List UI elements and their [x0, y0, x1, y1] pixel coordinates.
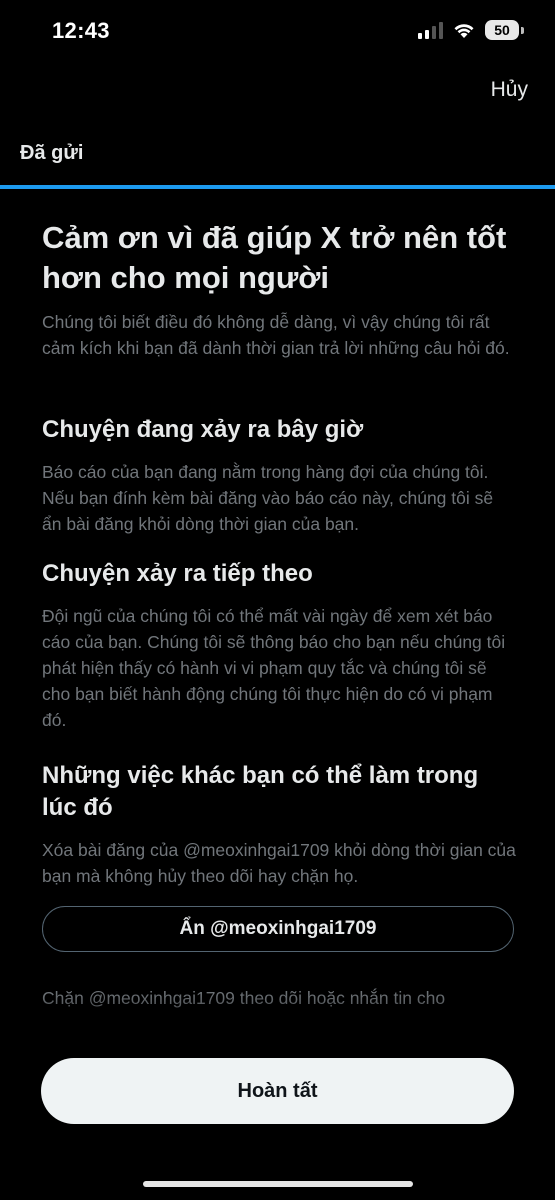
section-text-other: Xóa bài đăng của @meoxinhgai1709 khỏi dò…	[42, 840, 516, 886]
done-button[interactable]: Hoàn tất	[41, 1058, 514, 1124]
content-fade	[0, 990, 555, 1050]
section-title-now: Chuyện đang xảy ra bây giờ	[42, 416, 364, 443]
section-text-now: Báo cáo của bạn đang nằm trong hàng đợi …	[42, 462, 494, 534]
status-time: 12:43	[52, 18, 110, 43]
hide-user-button[interactable]: Ẩn @meoxinhgai1709	[42, 906, 514, 952]
status-icons: 50	[418, 20, 524, 40]
section-title-next: Chuyện xảy ra tiếp theo	[42, 560, 313, 587]
page-description: Chúng tôi biết điều đó không dễ dàng, vì…	[42, 312, 510, 358]
content-area[interactable]: Cảm ơn vì đã giúp X trở nên tốt hơn cho …	[42, 218, 517, 1030]
page-title: Cảm ơn vì đã giúp X trở nên tốt hơn cho …	[42, 220, 507, 295]
progress-bar	[0, 185, 555, 189]
section-text-next: Đội ngũ của chúng tôi có thể mất vài ngà…	[42, 606, 506, 730]
step-label: Đã gửi	[20, 142, 84, 164]
home-indicator	[143, 1181, 413, 1187]
status-bar: 12:43 50	[0, 0, 555, 62]
wifi-icon	[454, 24, 474, 38]
battery-icon: 50	[485, 20, 524, 40]
section-title-other: Những việc khác bạn có thể làm trong lúc…	[42, 762, 479, 821]
cellular-signal-icon	[418, 21, 443, 39]
cancel-button[interactable]: Hủy	[491, 78, 528, 102]
